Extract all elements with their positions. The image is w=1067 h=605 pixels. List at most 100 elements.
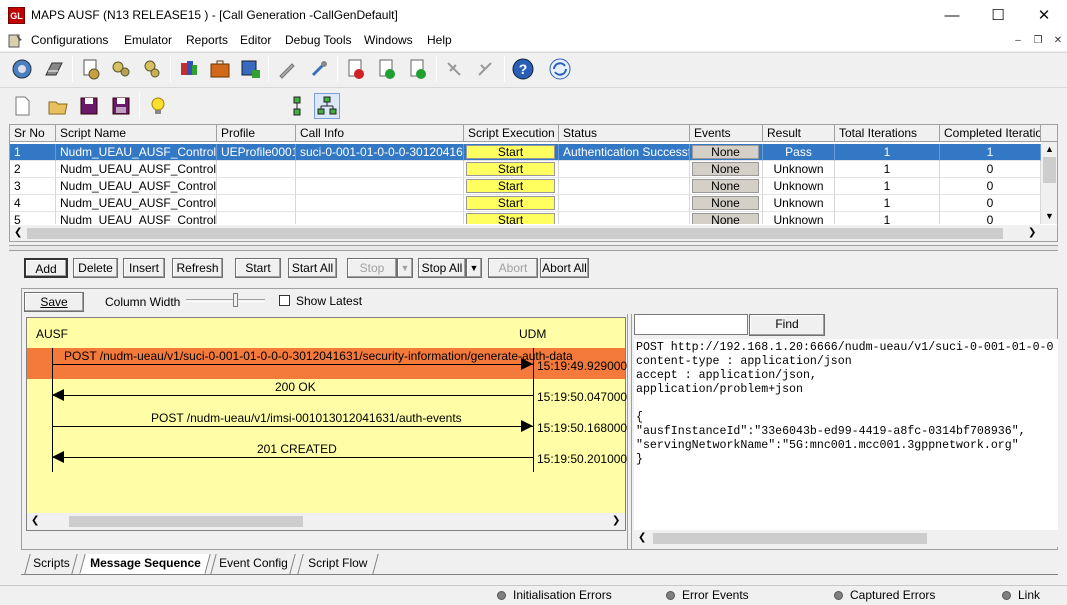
delete-button[interactable]: Delete: [73, 258, 118, 278]
link-disabled-icon[interactable]: [441, 56, 467, 82]
col-header-events[interactable]: Events: [690, 125, 763, 142]
col-header-status[interactable]: Status: [559, 125, 690, 142]
unlink-disabled-icon[interactable]: [472, 56, 498, 82]
refresh-icon[interactable]: [547, 56, 573, 82]
row-start-button[interactable]: Start: [466, 179, 555, 193]
stop-dropdown-icon[interactable]: ▼: [397, 258, 413, 278]
scroll-thumb[interactable]: [653, 533, 927, 544]
settings-gear-icon[interactable]: [9, 56, 35, 82]
add-button[interactable]: Add: [24, 258, 68, 278]
mdi-close-button[interactable]: ✕: [1051, 35, 1065, 47]
stop-all-dropdown-icon[interactable]: ▼: [466, 258, 482, 278]
col-header-profile[interactable]: Profile: [217, 125, 296, 142]
abort-all-button[interactable]: Abort All: [540, 258, 589, 278]
show-latest-checkbox[interactable]: [279, 295, 290, 306]
col-header-completed-iterations[interactable]: Completed Iterations: [940, 125, 1041, 142]
row-events-button[interactable]: None: [692, 162, 759, 176]
vertical-splitter[interactable]: [627, 314, 632, 549]
lightbulb-icon[interactable]: [145, 93, 171, 119]
scroll-right-icon[interactable]: ❯: [612, 515, 620, 526]
find-input[interactable]: [634, 314, 748, 335]
scroll-up-icon[interactable]: ▲: [1045, 144, 1054, 154]
tab-script-flow[interactable]: Script Flow: [297, 554, 379, 574]
col-header-call-info[interactable]: Call Info: [296, 125, 464, 142]
col-header-srno[interactable]: Sr No: [10, 125, 56, 142]
stack-icon[interactable]: [41, 56, 67, 82]
menu-windows[interactable]: Windows: [364, 33, 413, 47]
scroll-right-icon[interactable]: ❯: [1028, 227, 1036, 238]
row-start-button[interactable]: Start: [466, 145, 555, 159]
scroll-down-icon[interactable]: ▼: [1045, 211, 1054, 221]
help-icon[interactable]: ?: [510, 56, 536, 82]
message-label[interactable]: 200 OK: [275, 380, 316, 394]
scroll-left-icon[interactable]: ❮: [31, 515, 39, 526]
start-all-button[interactable]: Start All: [288, 258, 337, 278]
panel-splitter[interactable]: [9, 245, 1058, 251]
abort-button[interactable]: Abort: [488, 258, 538, 278]
row-start-button[interactable]: Start: [466, 196, 555, 210]
message-detail-text[interactable]: POST http://192.168.1.20:6666/nudm-ueau/…: [634, 339, 1058, 530]
row-events-button[interactable]: None: [692, 196, 759, 210]
status-link[interactable]: Link: [1002, 588, 1040, 602]
table-row[interactable]: 4 Nudm_UEAU_AUSF_Control.gls Start None …: [10, 195, 1041, 212]
row-events-button[interactable]: None: [692, 213, 759, 224]
status-initialisation-errors[interactable]: Initialisation Errors: [497, 588, 612, 602]
find-button[interactable]: Find: [749, 314, 825, 336]
message-label[interactable]: 201 CREATED: [257, 442, 337, 456]
menu-configurations[interactable]: Configurations: [31, 33, 108, 47]
briefcase-icon[interactable]: [207, 56, 233, 82]
detail-horizontal-scrollbar[interactable]: ❮: [634, 530, 1058, 547]
gears-alt-icon[interactable]: [139, 56, 165, 82]
minimize-button[interactable]: —: [929, 0, 975, 31]
start-button[interactable]: Start: [235, 258, 281, 278]
status-error-events[interactable]: Error Events: [666, 588, 749, 602]
vertical-layout-icon[interactable]: [284, 93, 310, 119]
col-header-result[interactable]: Result: [763, 125, 835, 142]
table-row[interactable]: 5 Nudm_UEAU_AUSF_Control.gls Start None …: [10, 212, 1041, 224]
doc-green-p-icon[interactable]: [405, 56, 431, 82]
menu-editor[interactable]: Editor: [240, 33, 271, 47]
open-folder-icon[interactable]: [45, 93, 71, 119]
mdi-restore-button[interactable]: ❐: [1031, 35, 1045, 47]
message-label[interactable]: POST /nudm-ueau/v1/suci-0-001-01-0-0-0-3…: [64, 349, 573, 363]
tab-scripts[interactable]: Scripts: [24, 554, 78, 574]
save-as-icon[interactable]: [108, 93, 134, 119]
stop-button[interactable]: Stop: [347, 258, 397, 278]
sequence-horizontal-scrollbar[interactable]: ❮ ❯: [27, 513, 625, 530]
stop-all-button[interactable]: Stop All: [418, 258, 466, 278]
table-row[interactable]: 2 Nudm_UEAU_AUSF_Control.gls Start None …: [10, 161, 1041, 178]
scroll-left-icon[interactable]: ❮: [638, 532, 646, 543]
mdi-minimize-button[interactable]: –: [1011, 35, 1025, 47]
table-row[interactable]: 3 Nudm_UEAU_AUSF_Control.gls Start None …: [10, 178, 1041, 195]
grid-vertical-scrollbar[interactable]: ▲ ▼: [1041, 142, 1057, 224]
pen-disabled-icon[interactable]: [274, 56, 300, 82]
tree-layout-icon[interactable]: [314, 93, 340, 119]
status-captured-errors[interactable]: Captured Errors: [834, 588, 935, 602]
message-label[interactable]: POST /nudm-ueau/v1/imsi-001013012041631/…: [151, 411, 462, 425]
row-start-button[interactable]: Start: [466, 162, 555, 176]
col-header-script-name[interactable]: Script Name: [56, 125, 217, 142]
row-events-button[interactable]: None: [692, 145, 759, 159]
script-edit-icon[interactable]: [78, 56, 104, 82]
scroll-thumb[interactable]: [1043, 157, 1056, 183]
menu-emulator[interactable]: Emulator: [124, 33, 172, 47]
save-icon[interactable]: [76, 93, 102, 119]
tools-icon[interactable]: [306, 56, 332, 82]
new-file-icon[interactable]: [9, 93, 35, 119]
doc-green-c-icon[interactable]: [374, 56, 400, 82]
row-start-button[interactable]: Start: [466, 213, 555, 224]
menu-reports[interactable]: Reports: [186, 33, 228, 47]
slider-thumb[interactable]: [233, 293, 238, 307]
gears-icon[interactable]: [108, 56, 134, 82]
table-row[interactable]: 1 Nudm_UEAU_AUSF_Control.gls UEProfile00…: [10, 144, 1041, 161]
row-events-button[interactable]: None: [692, 179, 759, 193]
tab-event-config[interactable]: Event Config: [210, 554, 296, 574]
close-button[interactable]: ✕: [1021, 0, 1067, 31]
scroll-thumb[interactable]: [27, 228, 1003, 239]
profiles-icon[interactable]: [176, 56, 202, 82]
doc-red-icon[interactable]: [343, 56, 369, 82]
grid-horizontal-scrollbar[interactable]: ❮ ❯: [10, 225, 1057, 241]
maximize-button[interactable]: ☐: [975, 0, 1021, 31]
col-header-script-execution[interactable]: Script Execution: [464, 125, 559, 142]
scroll-left-icon[interactable]: ❮: [14, 227, 22, 238]
